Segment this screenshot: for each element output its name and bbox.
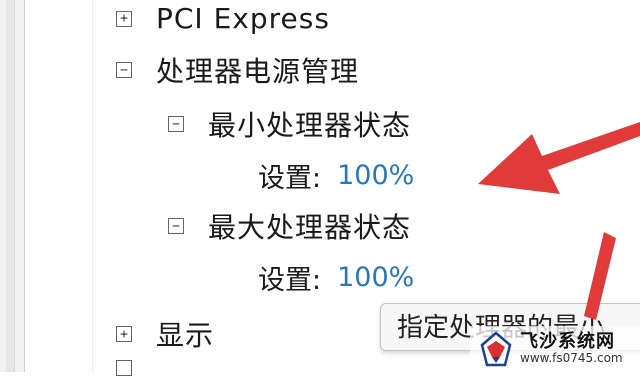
watermark-url: www.fs0745.com (520, 351, 623, 366)
watermark-name: 飞沙系统网 (520, 331, 615, 353)
watermark: 飞沙系统网 www.fs0745.com (470, 326, 640, 372)
red-arrow-tail-icon (584, 232, 616, 320)
annotation-arrows (478, 122, 640, 320)
watermark-logo-icon (480, 331, 512, 367)
red-arrow-icon (478, 122, 640, 194)
